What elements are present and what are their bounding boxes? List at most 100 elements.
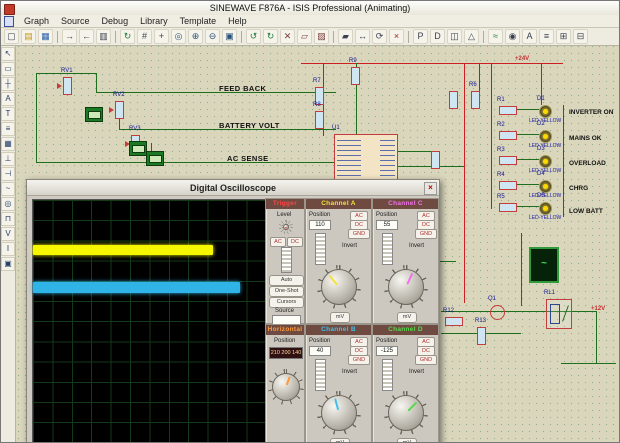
- component-D5[interactable]: D5LED-YELLOW: [539, 202, 552, 215]
- trigger-one-shot-button[interactable]: One-Shot: [269, 286, 304, 297]
- trigger-cursors-button[interactable]: Cursors: [269, 297, 304, 308]
- toolbar-icon-open-design[interactable]: ▤: [21, 29, 36, 44]
- channel_c-unit-button[interactable]: mV: [397, 312, 417, 323]
- component-RV1[interactable]: RV1: [63, 77, 72, 95]
- component-D1[interactable]: D1LED-YELLOW: [539, 105, 552, 118]
- channel_c-scale-knob[interactable]: [384, 265, 428, 309]
- channel_b-position-slider[interactable]: [315, 359, 326, 391]
- component-R2[interactable]: R2: [499, 131, 517, 140]
- toolbar-icon-refresh[interactable]: ↻: [120, 29, 135, 44]
- component-RV2[interactable]: RV2: [115, 101, 124, 119]
- trigger-dc-button[interactable]: DC: [287, 237, 303, 247]
- channel_d-invert-button[interactable]: Invert: [409, 369, 424, 375]
- toolbar-icon-print[interactable]: ▥: [96, 29, 111, 44]
- component-R6[interactable]: R6: [471, 91, 480, 109]
- channel_d-scale-knob[interactable]: [384, 391, 428, 435]
- component-Q1[interactable]: Q1: [490, 305, 505, 320]
- sidebar-icon-bus-mode[interactable]: ≡: [1, 122, 15, 136]
- channel_a-invert-button[interactable]: Invert: [342, 243, 357, 249]
- toolbar-icon-paste[interactable]: ▨: [314, 29, 329, 44]
- component-R5[interactable]: R5: [499, 203, 517, 212]
- channel_c-invert-button[interactable]: Invert: [409, 243, 424, 249]
- close-icon[interactable]: ×: [424, 182, 437, 195]
- component-R9[interactable]: R9: [351, 67, 360, 85]
- toolbar-icon-redo[interactable]: ↻: [263, 29, 278, 44]
- title-bar[interactable]: SINEWAVE F876A - ISIS Professional (Anim…: [1, 1, 619, 16]
- toolbar-icon-false-origin[interactable]: +: [154, 29, 169, 44]
- component-R4[interactable]: R4: [499, 181, 517, 190]
- toolbar-icon-block-move[interactable]: ↔: [355, 29, 370, 44]
- trigger-level-knob[interactable]: [279, 220, 293, 234]
- oscilloscope-title-bar[interactable]: Digital Oscilloscope ×: [27, 180, 439, 196]
- toolbar-icon-decompose[interactable]: △: [464, 29, 479, 44]
- sidebar-icon-selection-mode[interactable]: ↖: [1, 47, 15, 61]
- component-D2[interactable]: D2LED-YELLOW: [539, 130, 552, 143]
- menu-source[interactable]: Source: [55, 15, 96, 27]
- toolbar-icon-block-delete[interactable]: ×: [389, 29, 404, 44]
- channel_a-gnd-button[interactable]: GND: [348, 229, 370, 239]
- toolbar-icon-block-copy[interactable]: ▰: [338, 29, 353, 44]
- sidebar-icon-virtual-instrument-mode[interactable]: ▣: [1, 257, 15, 271]
- menu-help[interactable]: Help: [222, 15, 253, 27]
- channel_c-position-slider[interactable]: [382, 233, 393, 265]
- component-RL1[interactable]: RL1: [546, 299, 572, 329]
- trigger-level-slider[interactable]: [281, 247, 292, 273]
- component-meter[interactable]: [146, 151, 164, 166]
- toolbar-icon-design-explorer[interactable]: ≡: [539, 29, 554, 44]
- channel_a-unit-button[interactable]: mV: [330, 312, 350, 323]
- sidebar-icon-generator-mode[interactable]: ⊓: [1, 212, 15, 226]
- component-res-v[interactable]: [449, 91, 458, 109]
- component-R12[interactable]: R12: [445, 317, 463, 326]
- component-res-v[interactable]: [431, 151, 440, 169]
- toolbar-icon-toggle-grid[interactable]: #: [137, 29, 152, 44]
- channel_b-scale-knob[interactable]: [317, 391, 361, 435]
- component-R1[interactable]: R1: [499, 106, 517, 115]
- timebase-knob[interactable]: [268, 369, 304, 405]
- toolbar-icon-center-at-cursor[interactable]: ◎: [171, 29, 186, 44]
- component-meter[interactable]: [129, 141, 147, 156]
- menu-debug[interactable]: Debug: [96, 15, 135, 27]
- toolbar-icon-copy[interactable]: ▱: [297, 29, 312, 44]
- sidebar-icon-text-script-mode[interactable]: T: [1, 107, 15, 121]
- toolbar-icon-zoom-in[interactable]: ⊕: [188, 29, 203, 44]
- toolbar-icon-save-design[interactable]: ▦: [38, 29, 53, 44]
- component-R8[interactable]: R8: [315, 111, 324, 129]
- toolbar-icon-wire-autorouter[interactable]: ≈: [488, 29, 503, 44]
- channel_c-gnd-button[interactable]: GND: [415, 229, 437, 239]
- toolbar-icon-zoom-all[interactable]: ▣: [222, 29, 237, 44]
- channel_a-position-slider[interactable]: [315, 233, 326, 265]
- toolbar-icon-cut[interactable]: ✕: [280, 29, 295, 44]
- component-D3[interactable]: D3LED-YELLOW: [539, 155, 552, 168]
- component-D4[interactable]: D4LED-YELLOW: [539, 180, 552, 193]
- toolbar-icon-new-design[interactable]: ▢: [4, 29, 19, 44]
- sidebar-icon-voltage-probe-mode[interactable]: V: [1, 227, 15, 241]
- toolbar-icon-undo[interactable]: ↺: [246, 29, 261, 44]
- channel_a-scale-knob[interactable]: [317, 265, 361, 309]
- channel_d-unit-button[interactable]: mV: [397, 438, 417, 443]
- menu-graph[interactable]: Graph: [18, 15, 55, 27]
- channel_d-position-slider[interactable]: [382, 359, 393, 391]
- trigger-ac-button[interactable]: AC: [270, 237, 286, 247]
- channel_d-gnd-button[interactable]: GND: [415, 355, 437, 365]
- component-R13[interactable]: R13: [477, 327, 486, 345]
- toolbar-icon-export-section[interactable]: ←: [79, 29, 94, 44]
- channel_b-gnd-button[interactable]: GND: [348, 355, 370, 365]
- component-meter[interactable]: [85, 107, 103, 122]
- sidebar-icon-current-probe-mode[interactable]: I: [1, 242, 15, 256]
- toolbar-icon-block-rotate[interactable]: ⟳: [372, 29, 387, 44]
- sidebar-icon-terminal-mode[interactable]: ⊥: [1, 152, 15, 166]
- sidebar-icon-component-mode[interactable]: ▭: [1, 62, 15, 76]
- menu-library[interactable]: Library: [134, 15, 174, 27]
- component-R3[interactable]: R3: [499, 156, 517, 165]
- sidebar-icon-junction-dot-mode[interactable]: ┼: [1, 77, 15, 91]
- toolbar-icon-pick-parts[interactable]: P: [413, 29, 428, 44]
- toolbar-icon-remove-sheet[interactable]: ⊟: [573, 29, 588, 44]
- toolbar-icon-packaging-tool[interactable]: ◫: [447, 29, 462, 44]
- toolbar-icon-new-sheet[interactable]: ⊞: [556, 29, 571, 44]
- channel_b-unit-button[interactable]: mV: [330, 438, 350, 443]
- toolbar-icon-make-device[interactable]: D: [430, 29, 445, 44]
- sidebar-icon-subcircuit-mode[interactable]: ▦: [1, 137, 15, 151]
- menu-template[interactable]: Template: [174, 15, 223, 27]
- channel_b-invert-button[interactable]: Invert: [342, 369, 357, 375]
- sidebar-icon-graph-mode[interactable]: ~: [1, 182, 15, 196]
